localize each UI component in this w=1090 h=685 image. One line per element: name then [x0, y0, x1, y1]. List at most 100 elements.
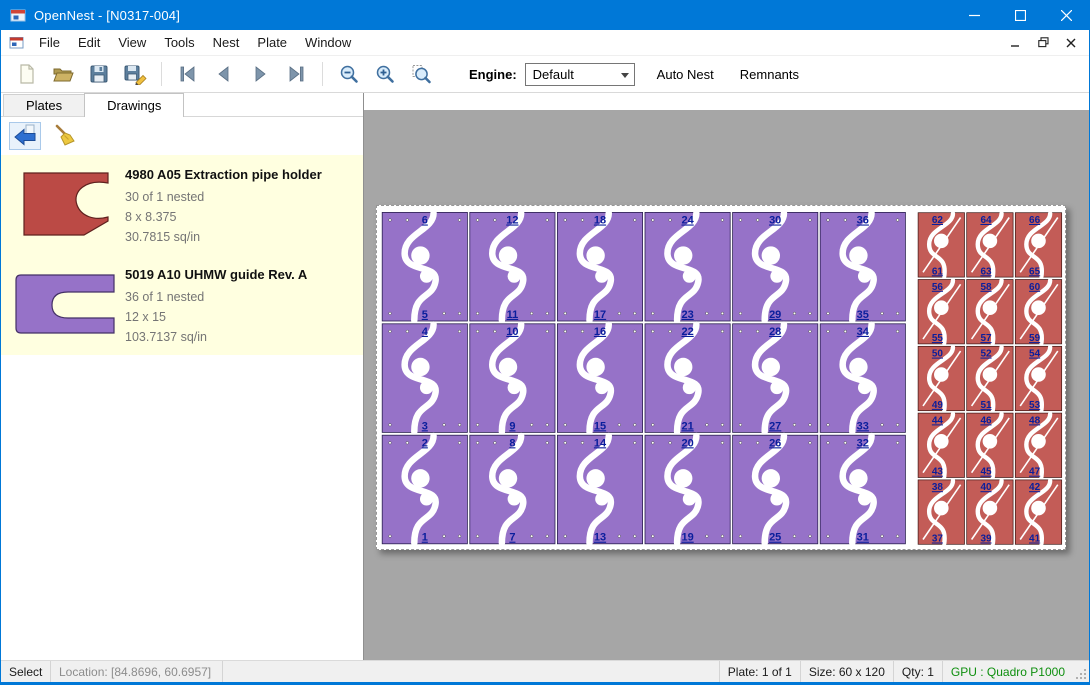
svg-text:13: 13: [594, 532, 606, 544]
mdi-close-icon[interactable]: [1063, 36, 1079, 50]
svg-text:7: 7: [509, 532, 515, 544]
menu-nest[interactable]: Nest: [204, 31, 249, 54]
svg-text:49: 49: [932, 400, 944, 411]
document-window-icon[interactable]: [9, 35, 24, 50]
tab-drawings[interactable]: Drawings: [84, 93, 184, 117]
svg-text:10: 10: [506, 326, 518, 338]
maximize-icon[interactable]: [997, 0, 1043, 30]
svg-text:8: 8: [509, 437, 515, 449]
menu-view[interactable]: View: [109, 31, 155, 54]
svg-text:26: 26: [769, 437, 781, 449]
svg-text:14: 14: [594, 437, 607, 449]
svg-text:22: 22: [681, 326, 693, 338]
engine-selected-value: Default: [533, 67, 574, 82]
menu-plate[interactable]: Plate: [248, 31, 296, 54]
mdi-restore-icon[interactable]: [1035, 36, 1051, 50]
drawing-title: 5019 A10 UHMW guide Rev. A: [125, 267, 307, 282]
nest-canvas[interactable]: 6512111817242330293635431091615222128273…: [364, 93, 1089, 660]
svg-text:23: 23: [681, 309, 693, 321]
svg-text:19: 19: [681, 532, 693, 544]
svg-text:5: 5: [422, 309, 428, 321]
svg-text:43: 43: [932, 467, 944, 478]
svg-text:53: 53: [1029, 400, 1041, 411]
content-area: Plates Drawings: [1, 93, 1089, 660]
svg-text:50: 50: [932, 349, 944, 360]
svg-text:1: 1: [422, 532, 428, 544]
svg-text:12: 12: [506, 215, 518, 227]
plate[interactable]: 6512111817242330293635431091615222128273…: [376, 205, 1066, 550]
engine-select[interactable]: Default: [525, 63, 635, 86]
remnants-button[interactable]: Remnants: [736, 63, 803, 86]
engine-label: Engine:: [469, 67, 517, 82]
svg-text:64: 64: [980, 215, 992, 226]
svg-text:4: 4: [422, 326, 429, 338]
blue-arrow-left-icon: [13, 123, 37, 150]
mdi-window-controls: [1007, 36, 1079, 50]
menu-tools[interactable]: Tools: [155, 31, 203, 54]
zoom-in-icon[interactable]: [367, 59, 403, 89]
svg-text:24: 24: [681, 215, 694, 227]
auto-nest-button[interactable]: Auto Nest: [653, 63, 718, 86]
svg-text:9: 9: [509, 420, 515, 432]
nest-svg[interactable]: 6512111817242330293635431091615222128273…: [377, 206, 1065, 549]
nav-last-icon[interactable]: [278, 59, 314, 89]
svg-text:28: 28: [769, 326, 781, 338]
svg-text:32: 32: [857, 437, 869, 449]
svg-text:37: 37: [932, 534, 944, 545]
menu-edit[interactable]: Edit: [69, 31, 109, 54]
svg-text:61: 61: [932, 266, 944, 277]
new-document-icon[interactable]: [9, 59, 45, 89]
svg-text:30: 30: [769, 215, 781, 227]
status-mode: Select: [1, 661, 51, 682]
drawing-list: 4980 A05 Extraction pipe holder 30 of 1 …: [1, 155, 363, 660]
drawing-nested-count: 30 of 1 nested: [125, 187, 322, 207]
svg-text:47: 47: [1029, 467, 1041, 478]
canvas-top-strip: [364, 93, 1089, 110]
nav-first-icon[interactable]: [170, 59, 206, 89]
menu-file[interactable]: File: [30, 31, 69, 54]
minimize-icon[interactable]: [951, 0, 997, 30]
menu-window[interactable]: Window: [296, 31, 360, 54]
clear-broom-button[interactable]: [49, 122, 81, 150]
zoom-fit-icon[interactable]: [403, 59, 439, 89]
drawing-dimensions: 12 x 15: [125, 307, 307, 327]
drawing-list-item-1[interactable]: 4980 A05 Extraction pipe holder 30 of 1 …: [1, 155, 363, 255]
svg-text:62: 62: [932, 215, 944, 226]
menu-bar: File Edit View Tools Nest Plate Window: [1, 30, 1089, 56]
status-location: Location: [84.8696, 60.6957]: [51, 661, 223, 682]
svg-text:11: 11: [507, 309, 519, 321]
drawing-title: 4980 A05 Extraction pipe holder: [125, 167, 322, 182]
svg-text:54: 54: [1029, 349, 1041, 360]
chevron-down-icon: [621, 73, 629, 78]
svg-text:15: 15: [594, 420, 606, 432]
svg-text:57: 57: [980, 333, 992, 344]
resize-grip[interactable]: [1073, 661, 1089, 682]
send-to-plate-button[interactable]: [9, 122, 41, 150]
svg-text:46: 46: [980, 415, 992, 426]
svg-text:2: 2: [422, 437, 428, 449]
svg-text:17: 17: [594, 309, 606, 321]
svg-text:48: 48: [1029, 415, 1041, 426]
side-panel: Plates Drawings: [1, 93, 364, 660]
svg-text:3: 3: [422, 420, 428, 432]
panel-tab-strip: Plates Drawings: [1, 93, 363, 117]
svg-text:65: 65: [1029, 266, 1041, 277]
svg-text:60: 60: [1029, 282, 1041, 293]
svg-text:6: 6: [422, 215, 428, 227]
tab-plates[interactable]: Plates: [3, 94, 85, 116]
drawing-list-item-2[interactable]: 5019 A10 UHMW guide Rev. A 36 of 1 neste…: [1, 255, 363, 355]
title-bar: OpenNest - [N0317-004]: [1, 0, 1089, 30]
save-icon[interactable]: [81, 59, 117, 89]
nav-next-icon[interactable]: [242, 59, 278, 89]
open-folder-icon[interactable]: [45, 59, 81, 89]
status-qty: Qty: 1: [893, 661, 942, 682]
svg-text:55: 55: [932, 333, 944, 344]
close-icon[interactable]: [1043, 0, 1089, 30]
zoom-out-icon[interactable]: [331, 59, 367, 89]
mdi-minimize-icon[interactable]: [1007, 36, 1023, 50]
save-as-icon[interactable]: [117, 59, 153, 89]
app-icon: [10, 7, 26, 23]
svg-text:27: 27: [769, 420, 781, 432]
drawing-area: 103.7137 sq/in: [125, 327, 307, 347]
nav-previous-icon[interactable]: [206, 59, 242, 89]
